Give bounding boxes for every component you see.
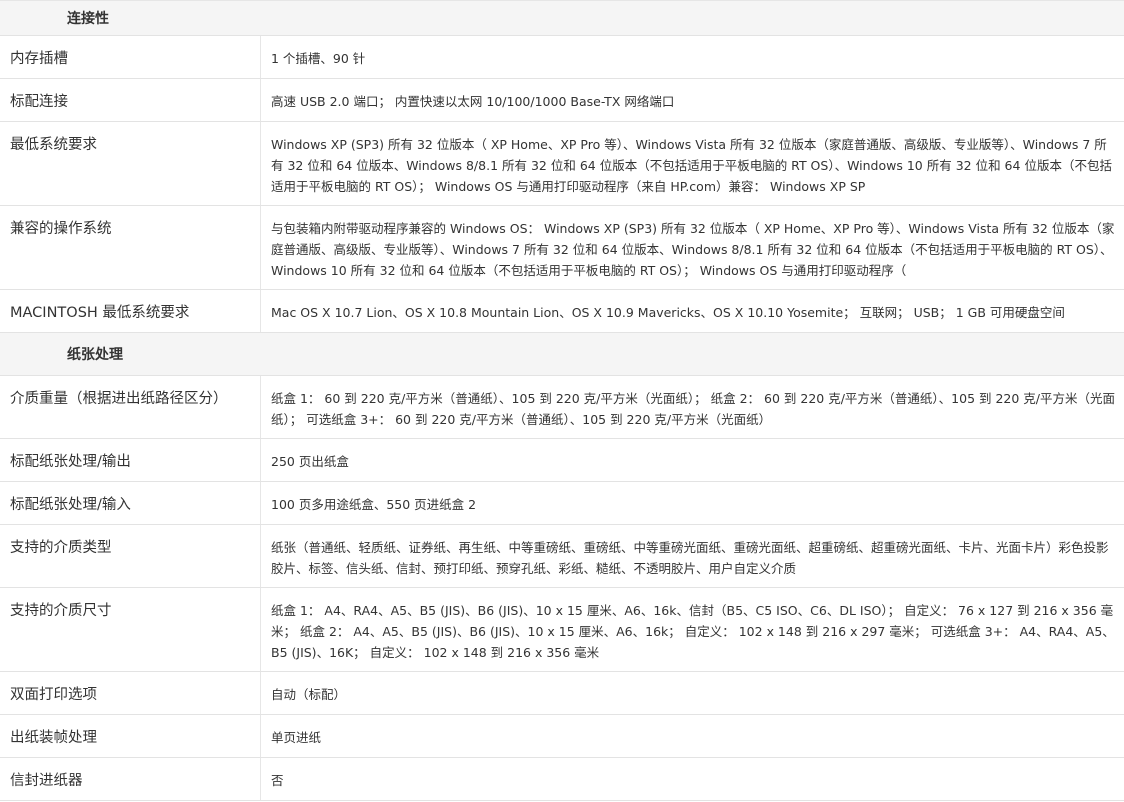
spec-value: 高速 USB 2.0 端口； 内置快速以太网 10/100/1000 Base-…: [261, 79, 1124, 121]
spec-row-media-sizes: 支持的介质尺寸 纸盒 1： A4、RA4、A5、B5 (JIS)、B6 (JIS…: [0, 588, 1124, 672]
spec-label: 内存插槽: [0, 36, 261, 78]
spec-value-text: 与包装箱内附带驱动程序兼容的 Windows OS： Windows XP (S…: [271, 221, 1115, 278]
spec-label: 标配纸张处理/输出: [0, 439, 261, 481]
spec-value: Windows XP (SP3) 所有 32 位版本（ XP Home、XP P…: [261, 122, 1124, 205]
spec-row-duplex: 双面打印选项 自动（标配）: [0, 672, 1124, 715]
spec-row-media-weight: 介质重量（根据进出纸路径区分） 纸盒 1： 60 到 220 克/平方米（普通纸…: [0, 376, 1124, 439]
spec-value: 1 个插槽、90 针: [261, 36, 1124, 78]
spec-label: 出纸装帧处理: [0, 715, 261, 757]
section-header-paper-handling: 纸张处理: [0, 333, 1124, 376]
spec-value-text: 自动（标配）: [271, 687, 347, 702]
spec-label: 介质重量（根据进出纸路径区分）: [0, 376, 261, 438]
spec-row-media-types: 支持的介质类型 纸张（普通纸、轻质纸、证券纸、再生纸、中等重磅纸、重磅纸、中等重…: [0, 525, 1124, 588]
spec-row-paper-output: 标配纸张处理/输出 250 页出纸盒: [0, 439, 1124, 482]
spec-value-text: Mac OS X 10.7 Lion、OS X 10.8 Mountain Li…: [271, 305, 1065, 320]
spec-value-text: 高速 USB 2.0 端口； 内置快速以太网 10/100/1000 Base-…: [271, 94, 675, 109]
spec-row-min-system-requirements: 最低系统要求 Windows XP (SP3) 所有 32 位版本（ XP Ho…: [0, 122, 1124, 206]
spec-row-standard-connectivity: 标配连接 高速 USB 2.0 端口； 内置快速以太网 10/100/1000 …: [0, 79, 1124, 122]
spec-row-compatible-os: 兼容的操作系统 与包装箱内附带驱动程序兼容的 Windows OS： Windo…: [0, 206, 1124, 290]
spec-row-memory-slots: 内存插槽 1 个插槽、90 针: [0, 36, 1124, 79]
section-header-connectivity: 连接性: [0, 1, 1124, 36]
spec-value: 与包装箱内附带驱动程序兼容的 Windows OS： Windows XP (S…: [261, 206, 1124, 289]
spec-value: 100 页多用途纸盒、550 页进纸盒 2: [261, 482, 1124, 524]
spec-label: 兼容的操作系统: [0, 206, 261, 289]
section-title: 连接性: [67, 11, 109, 27]
spec-value-text: 纸盒 1： A4、RA4、A5、B5 (JIS)、B6 (JIS)、10 x 1…: [271, 603, 1115, 660]
spec-value-text: Windows XP (SP3) 所有 32 位版本（ XP Home、XP P…: [271, 137, 1112, 194]
spec-value: 纸盒 1： 60 到 220 克/平方米（普通纸）、105 到 220 克/平方…: [261, 376, 1124, 438]
spec-value-text: 纸盒 1： 60 到 220 克/平方米（普通纸）、105 到 220 克/平方…: [271, 391, 1116, 427]
spec-label: 支持的介质尺寸: [0, 588, 261, 671]
spec-value-text: 100 页多用途纸盒、550 页进纸盒 2: [271, 497, 477, 512]
spec-value: 250 页出纸盒: [261, 439, 1124, 481]
spec-label: 支持的介质类型: [0, 525, 261, 587]
spec-value-text: 否: [271, 773, 284, 788]
spec-value-text: 单页进纸: [271, 730, 322, 745]
spec-value: 单页进纸: [261, 715, 1124, 757]
spec-value: 纸盒 1： A4、RA4、A5、B5 (JIS)、B6 (JIS)、10 x 1…: [261, 588, 1124, 671]
spec-row-paper-input: 标配纸张处理/输入 100 页多用途纸盒、550 页进纸盒 2: [0, 482, 1124, 525]
spec-value: 否: [261, 758, 1124, 800]
spec-value: 纸张（普通纸、轻质纸、证券纸、再生纸、中等重磅纸、重磅纸、中等重磅光面纸、重磅光…: [261, 525, 1124, 587]
section-title: 纸张处理: [67, 347, 123, 363]
spec-table: 连接性 内存插槽 1 个插槽、90 针 标配连接 高速 USB 2.0 端口； …: [0, 0, 1124, 801]
spec-value: 自动（标配）: [261, 672, 1124, 714]
spec-row-finishing: 出纸装帧处理 单页进纸: [0, 715, 1124, 758]
spec-value-text: 1 个插槽、90 针: [271, 51, 366, 66]
spec-value-text: 纸张（普通纸、轻质纸、证券纸、再生纸、中等重磅纸、重磅纸、中等重磅光面纸、重磅光…: [271, 540, 1109, 576]
spec-row-envelope-feeder: 信封进纸器 否: [0, 758, 1124, 801]
spec-label: 最低系统要求: [0, 122, 261, 205]
spec-label: 标配纸张处理/输入: [0, 482, 261, 524]
spec-row-mac-requirements: MACINTOSH 最低系统要求 Mac OS X 10.7 Lion、OS X…: [0, 290, 1124, 333]
spec-value-text: 250 页出纸盒: [271, 454, 349, 469]
spec-label: 标配连接: [0, 79, 261, 121]
spec-value: Mac OS X 10.7 Lion、OS X 10.8 Mountain Li…: [261, 290, 1124, 332]
spec-label: 信封进纸器: [0, 758, 261, 800]
spec-label: 双面打印选项: [0, 672, 261, 714]
spec-label: MACINTOSH 最低系统要求: [0, 290, 261, 332]
